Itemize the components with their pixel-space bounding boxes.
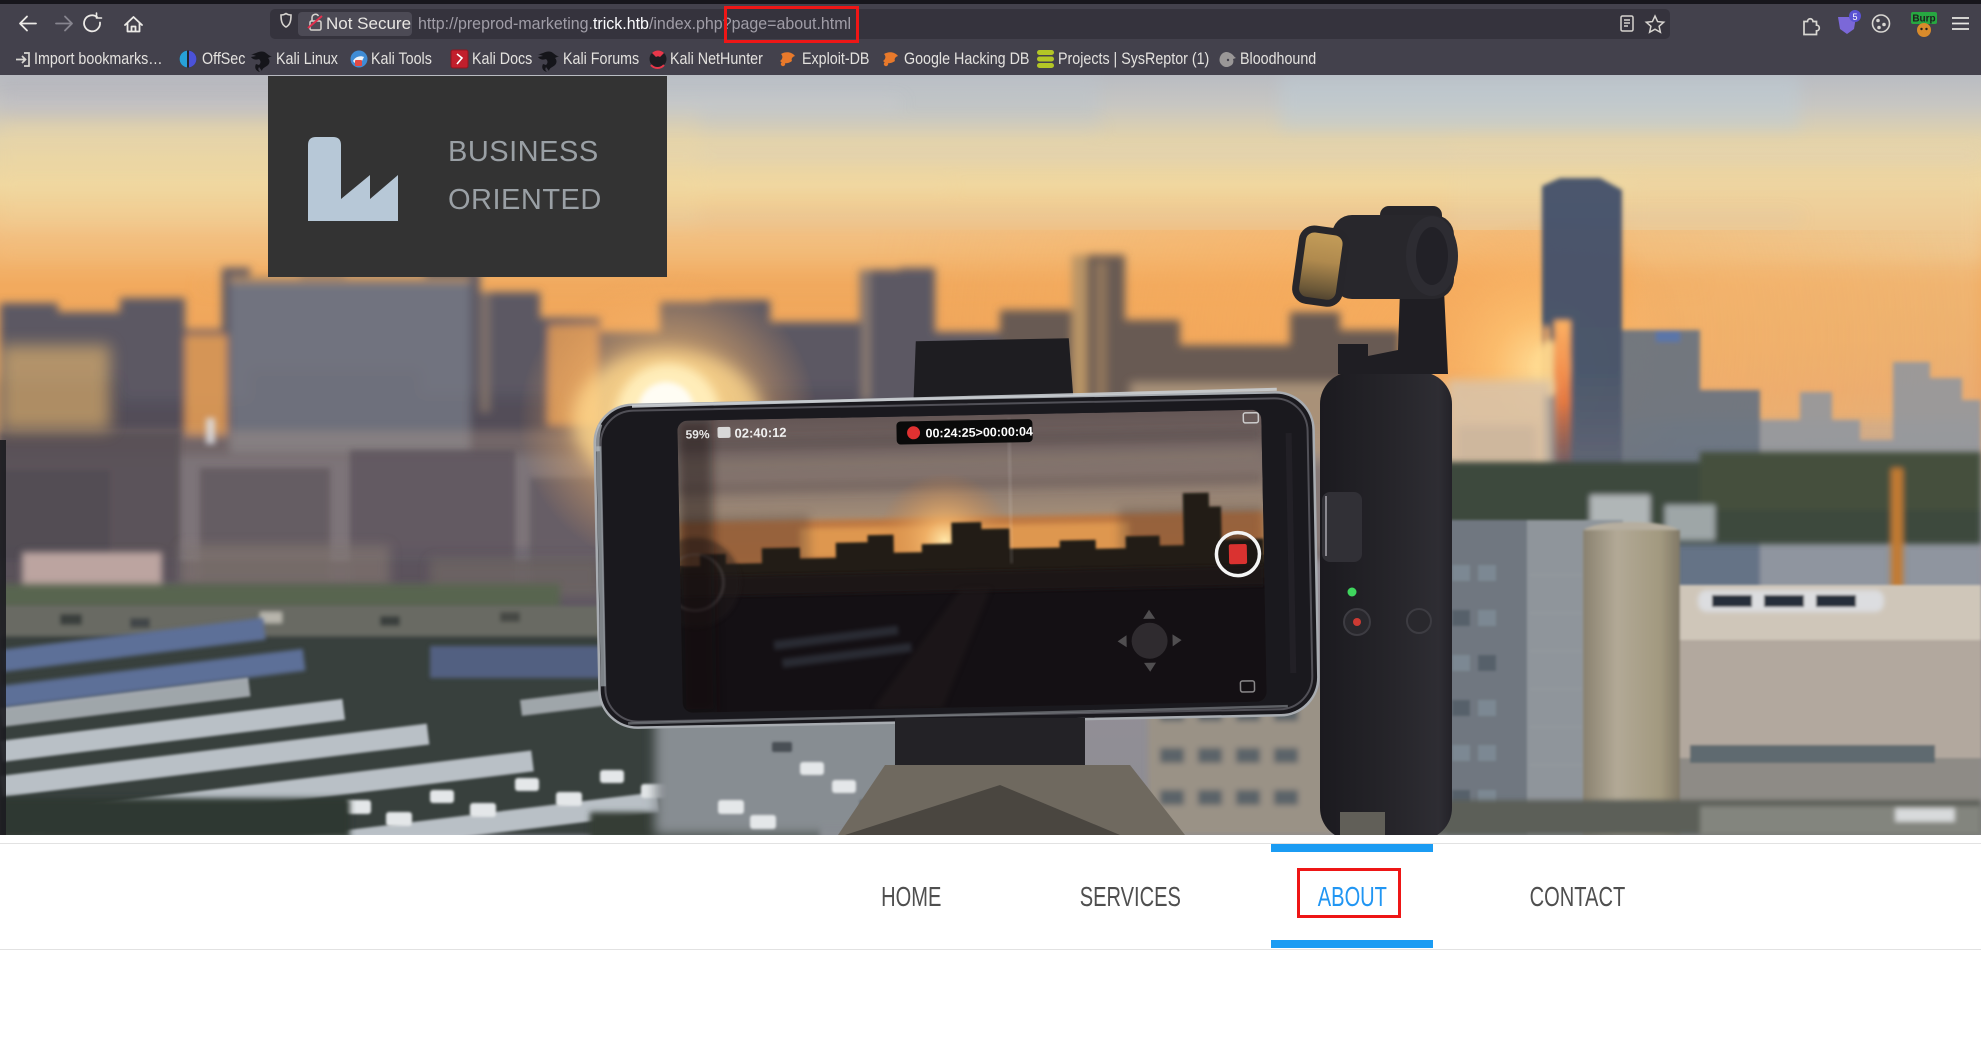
svg-text:02:40:12: 02:40:12 <box>734 425 786 441</box>
svg-text:Burp: Burp <box>1912 14 1935 25</box>
svg-text:5: 5 <box>1852 12 1857 22</box>
svg-text:59%: 59% <box>685 427 710 441</box>
svg-text:00:24:25>00:00:04: 00:24:25>00:00:04 <box>925 425 1033 441</box>
